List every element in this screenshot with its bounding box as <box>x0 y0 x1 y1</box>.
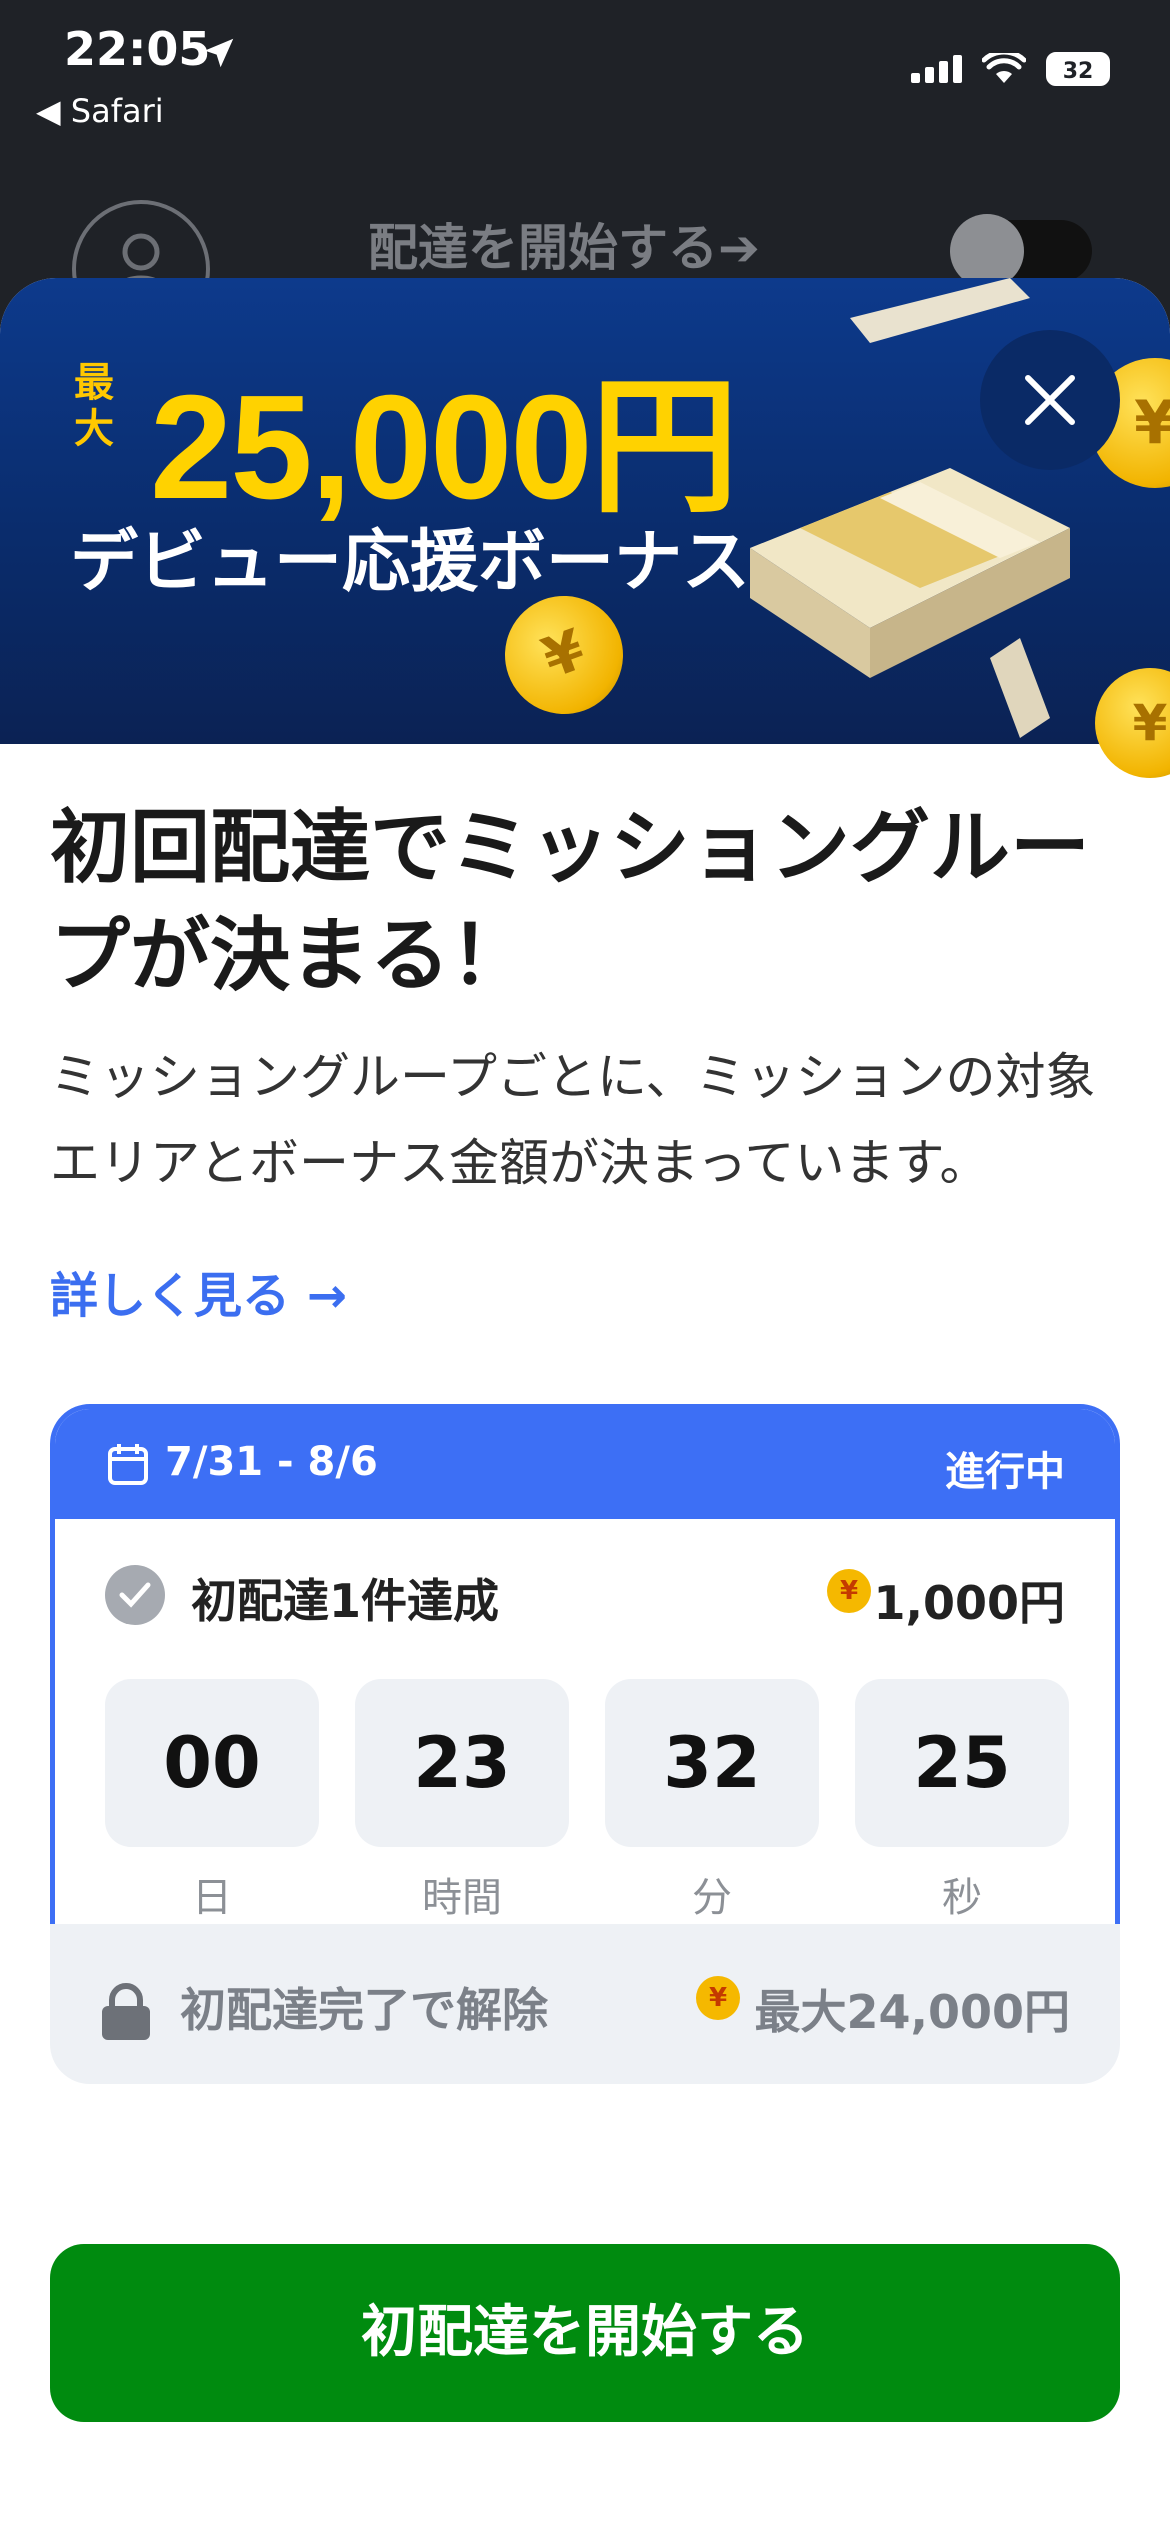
mission-card-header: 7/31 - 8/6 進行中 <box>55 1409 1115 1519</box>
countdown-unit: 時間 <box>422 1875 502 1921</box>
countdown-value: 00 <box>105 1679 319 1847</box>
yen-coin-icon: ¥ <box>696 1976 740 2020</box>
countdown-value: 25 <box>855 1679 1069 1847</box>
toggle-knob <box>950 214 1024 288</box>
countdown-timer: 00 日 23 時間 32 分 25 秒 <box>105 1679 1069 1923</box>
countdown-days: 00 日 <box>105 1679 319 1923</box>
mission-card: 7/31 - 8/6 進行中 初配達1件達成 ¥ 1,000円 00 日 23 … <box>50 1404 1120 1964</box>
battery-icon: 32 <box>1046 52 1110 86</box>
mission-status: 進行中 <box>945 1449 1065 1495</box>
status-time: 22:05 <box>64 22 211 76</box>
calendar-icon <box>108 1444 148 1485</box>
check-icon <box>105 1565 165 1625</box>
online-toggle[interactable] <box>950 214 1092 288</box>
debut-bonus-title: デビュー応援ボーナス <box>70 523 751 602</box>
mission-task: 初配達1件達成 <box>191 1574 500 1628</box>
max-label: 最大 <box>74 360 114 452</box>
yen-coin-icon: ¥ <box>827 1569 871 1613</box>
locked-amount: 最大24,000円 <box>754 1985 1070 2039</box>
countdown-hours: 23 時間 <box>355 1679 569 1923</box>
flying-bill-icon <box>850 278 1030 343</box>
flying-bill-icon <box>990 638 1050 738</box>
close-button[interactable] <box>980 330 1120 470</box>
countdown-unit: 秒 <box>942 1875 982 1921</box>
countdown-seconds: 25 秒 <box>855 1679 1069 1923</box>
lock-icon <box>102 1983 150 2040</box>
status-bar: 22:05 ◀ Safari 32 <box>0 0 1170 150</box>
status-icons: 32 <box>911 52 1110 86</box>
start-first-delivery-button[interactable]: 初配達を開始する <box>50 2244 1120 2422</box>
countdown-value: 32 <box>605 1679 819 1847</box>
back-to-safari-link[interactable]: ◀ Safari <box>36 92 164 130</box>
locked-mission: 初配達完了で解除 ¥ 最大24,000円 <box>50 1924 1120 2084</box>
locked-condition: 初配達完了で解除 <box>180 1983 548 2037</box>
countdown-minutes: 32 分 <box>605 1679 819 1923</box>
location-arrow-icon <box>204 38 234 68</box>
countdown-unit: 分 <box>692 1875 732 1921</box>
coin-icon: ¥ <box>1095 668 1170 778</box>
bonus-sheet: 最大 25,000円 デビュー応援ボーナス ¥ ¥ ¥ 初回配達でミッショングル… <box>0 278 1170 2532</box>
countdown-unit: 日 <box>192 1875 232 1921</box>
bonus-banner: 最大 25,000円 デビュー応援ボーナス ¥ ¥ ¥ <box>0 278 1170 778</box>
mission-heading: 初回配達でミッショングループが決まる！ <box>50 801 1090 1002</box>
countdown-value: 23 <box>355 1679 569 1847</box>
mission-description: ミッショングループごとに、ミッションの対象エリアとボーナス金額が決まっています。 <box>50 1048 1096 1192</box>
close-icon <box>1025 375 1075 425</box>
see-details-link[interactable]: 詳しく見る → <box>50 1256 347 1326</box>
start-delivery-title: 配達を開始する➔ <box>368 219 760 277</box>
wifi-icon <box>982 53 1026 83</box>
mission-reward: 1,000円 <box>873 1576 1065 1630</box>
cellular-signal-icon <box>911 55 962 83</box>
mission-date-range: 7/31 - 8/6 <box>165 1439 378 1485</box>
